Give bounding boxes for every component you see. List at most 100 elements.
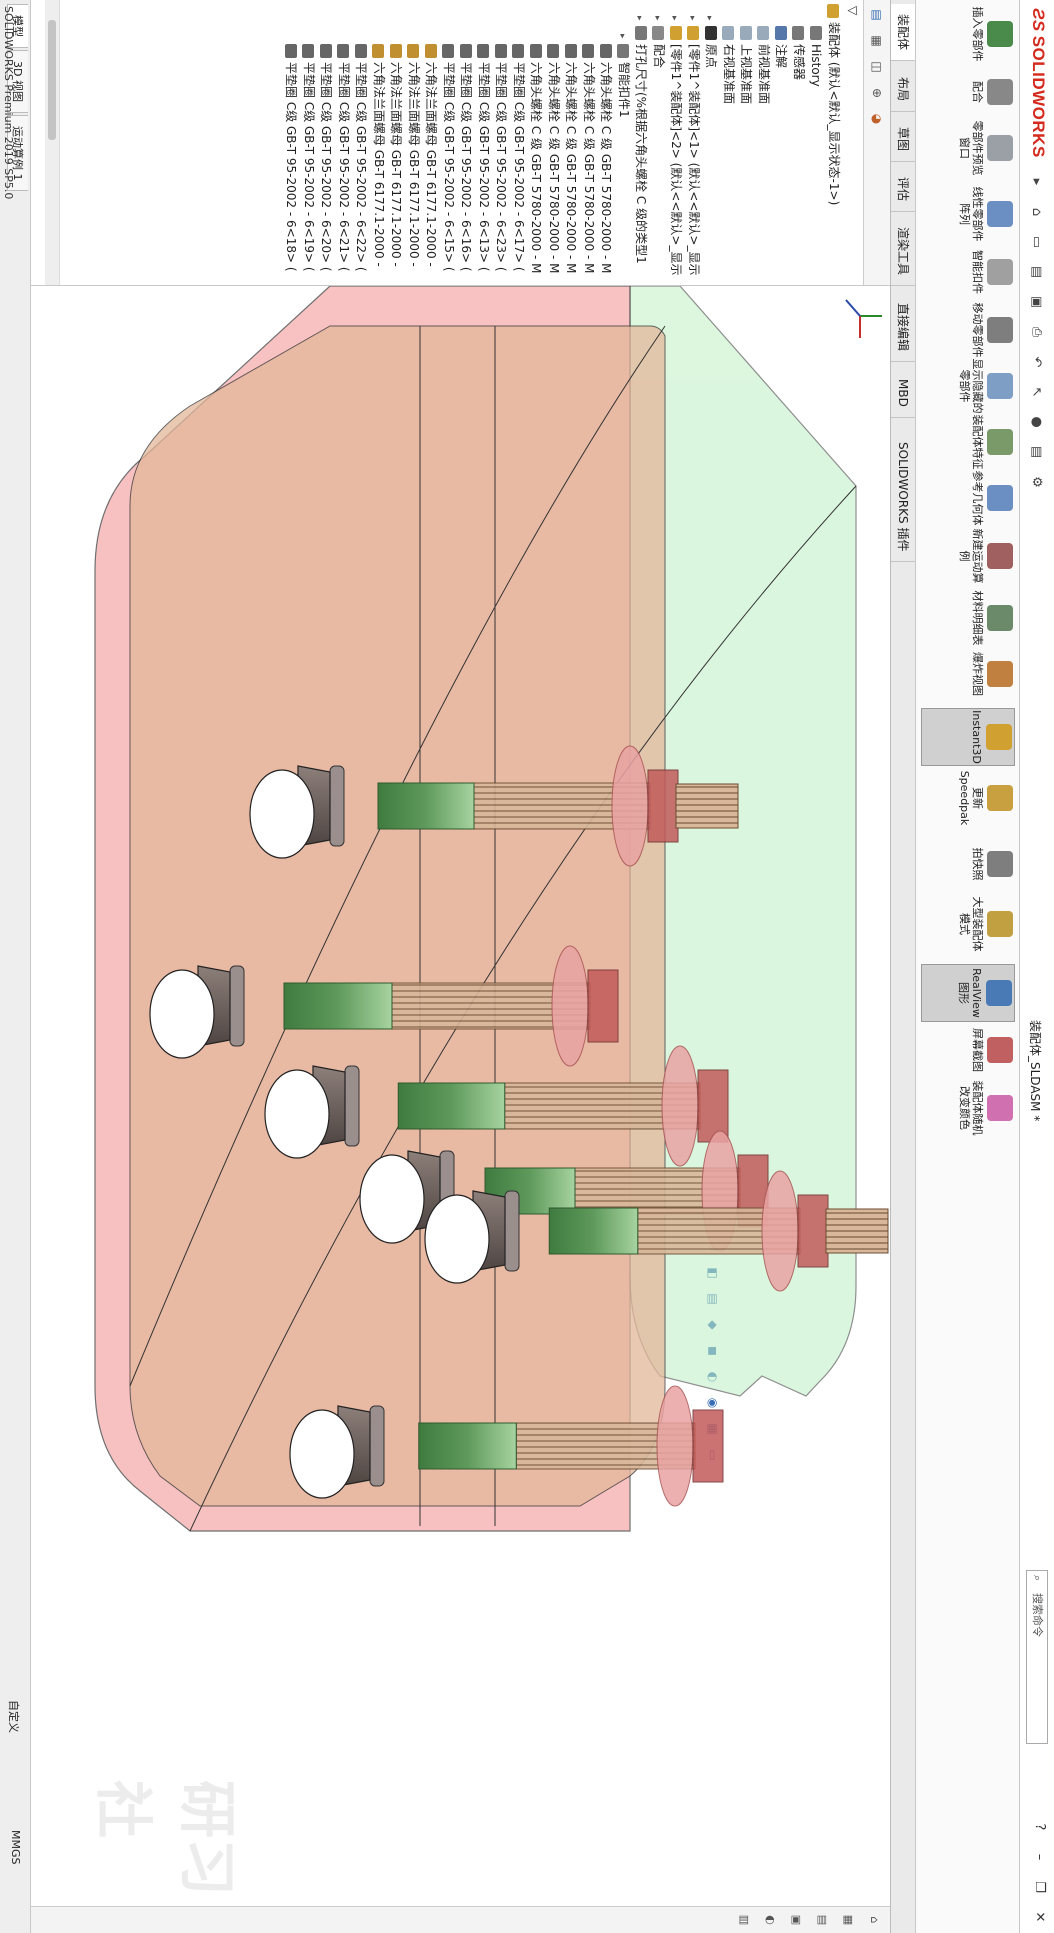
tree-node[interactable]: ▸ 打孔尺寸(%根据六角头螺栓 C 级的类型1 <box>632 0 650 285</box>
file-explorer-icon[interactable]: ▤ <box>812 1910 832 1930</box>
graphics-area[interactable]: ⤢ ⌕ ↺ ◧ ▤ ◆ ◼ ◐ ◉ ▦ ▭ <box>30 286 890 1933</box>
expand-chevron-icon[interactable]: ▸ <box>650 16 666 26</box>
expand-chevron-icon[interactable]: ▸ <box>685 16 701 26</box>
appearances-icon[interactable]: ◐ <box>760 1910 780 1930</box>
tree-node[interactable]: 平垫圈 C级 GB-T 95-2002 - 6<16> ( <box>457 0 475 285</box>
tree-node[interactable]: 平垫圈 C级 GB-T 95-2002 - 6<19> ( <box>300 0 318 285</box>
print-icon[interactable]: ⎙ <box>1025 320 1047 344</box>
property-manager-tab-icon[interactable]: ▦ <box>867 30 887 52</box>
filter-icon[interactable]: ▽ <box>846 6 860 15</box>
ribbon-button-motion-study[interactable]: 新建运动算例 <box>923 528 1015 584</box>
tree-node[interactable]: ▸ [零件1^装配体]<2> (默认<<默认>_显示 <box>667 0 685 285</box>
expand-chevron-icon[interactable]: ▸ <box>632 16 648 26</box>
units-selector[interactable]: MMGS <box>9 1830 22 1865</box>
tree-node[interactable]: 平垫圈 C级 GB-T 95-2002 - 6<22> ( <box>352 0 370 285</box>
view-palette-icon[interactable]: ▣ <box>786 1910 806 1930</box>
tab-1[interactable]: 布局 <box>891 67 915 113</box>
close-icon[interactable]: ✕ <box>1029 1907 1049 1927</box>
tree-node[interactable]: 六角头螺栓 C 级 GB-T 5780-2000 - M <box>597 0 615 285</box>
tree-node[interactable]: ▸ 智能扣件1 <box>615 0 633 285</box>
tree-node[interactable]: 六角法兰面螺母 GB-T 6177.1-2000 - <box>370 0 388 285</box>
tree-node[interactable]: 平垫圈 C级 GB-T 95-2002 - 6<13> ( <box>475 0 493 285</box>
help-icon[interactable]: ? <box>1029 1817 1049 1837</box>
tab-7[interactable]: SOLIDWORKS 插件 <box>891 432 915 563</box>
expand-chevron-icon[interactable]: ▸ <box>615 34 631 44</box>
home-icon[interactable]: ⌂ <box>1025 200 1047 224</box>
file-properties-icon[interactable]: ▤ <box>1025 440 1047 464</box>
design-library-icon[interactable]: ▦ <box>838 1910 858 1930</box>
tree-node[interactable]: 平垫圈 C级 GB-T 95-2002 - 6<21> ( <box>335 0 353 285</box>
select-icon[interactable]: ↖ <box>1025 380 1047 404</box>
tree-node[interactable]: ▸ 原点 <box>702 0 720 285</box>
ribbon-button-move-component[interactable]: 移动零部件 <box>923 302 1015 358</box>
ribbon-button-exploded-view[interactable]: 爆炸视图 <box>923 646 1015 702</box>
tree-node[interactable]: 平垫圈 C级 GB-T 95-2002 - 6<23> ( <box>492 0 510 285</box>
unit-system-label[interactable]: 自定义 <box>6 1700 22 1733</box>
restore-icon[interactable]: ❐ <box>1029 1877 1049 1897</box>
ribbon-button-insert-component[interactable]: 插入零部件 <box>923 6 1015 62</box>
reference-triad[interactable] <box>830 286 890 346</box>
ribbon-button-snapshot[interactable]: 拍快照 <box>923 836 1015 892</box>
expand-chevron-icon[interactable]: ▸ <box>667 16 683 26</box>
solidworks-logo[interactable]: ƧS SOLIDWORKS <box>1028 8 1048 158</box>
undo-icon[interactable]: ↶ <box>1025 350 1047 374</box>
tree-root[interactable]: 装配体 (默认<默认_显示状态-1>) <box>825 0 843 285</box>
tree-node[interactable]: 右视基准面 <box>720 0 738 285</box>
custom-properties-icon[interactable]: ▥ <box>734 1910 754 1930</box>
ribbon-button-large-assembly[interactable]: 大型装配体模式 <box>923 896 1015 952</box>
minimize-icon[interactable]: – <box>1029 1847 1049 1867</box>
ribbon-button-assembly-feature[interactable]: 装配体特征 <box>923 414 1015 470</box>
ribbon-button-reference-geometry[interactable]: 参考几何体 <box>923 470 1015 526</box>
tab-5[interactable]: 直接编辑 <box>891 293 915 363</box>
tree-node[interactable]: 上视基准面 <box>737 0 755 285</box>
tree-node[interactable]: 六角法兰面螺母 GB-T 6177.1-2000 - <box>422 0 440 285</box>
ribbon-button-screen-capture[interactable]: 屏幕截图 <box>923 1022 1015 1078</box>
assembly-model[interactable] <box>30 286 890 1933</box>
tree-node[interactable]: 六角头螺栓 C 级 GB-T 5780-2000 - M <box>562 0 580 285</box>
ribbon-button-linear-pattern[interactable]: 线性零部件阵列 <box>923 186 1015 242</box>
tab-2[interactable]: 草图 <box>891 117 915 163</box>
traffic-light-icon[interactable]: ● <box>1025 410 1047 434</box>
tree-node[interactable]: 注解 <box>772 0 790 285</box>
display-manager-tab-icon[interactable]: ◕ <box>867 108 887 130</box>
ribbon-button-speedpak[interactable]: 更新Speedpak <box>923 770 1015 826</box>
tree-node[interactable]: 六角法兰面螺母 GB-T 6177.1-2000 - <box>405 0 423 285</box>
tab-4[interactable]: 渲染工具 <box>891 217 915 287</box>
tree-node[interactable]: History <box>807 0 825 285</box>
tree-node[interactable]: ▸ [零件1^装配体]<1> (默认<<默认>_显示 <box>685 0 703 285</box>
scroll-thumb[interactable] <box>48 20 56 140</box>
open-icon[interactable]: ▤ <box>1025 260 1047 284</box>
feature-tree-tab-icon[interactable]: ▤ <box>867 4 887 26</box>
configuration-tab-icon[interactable]: ◫ <box>867 56 887 78</box>
tree-node[interactable]: 六角头螺栓 C 级 GB-T 5780-2000 - M <box>527 0 545 285</box>
tree-node[interactable]: 平垫圈 C级 GB-T 95-2002 - 6<18> ( <box>282 0 300 285</box>
tree-node[interactable]: 六角法兰面螺母 GB-T 6177.1-2000 - <box>387 0 405 285</box>
tree-node[interactable]: 六角头螺栓 C 级 GB-T 5780-2000 - M <box>545 0 563 285</box>
tree-horizontal-scrollbar[interactable] <box>45 0 60 285</box>
ribbon-button-show-hidden[interactable]: 显示隐藏的零部件 <box>923 358 1015 414</box>
dimxpert-tab-icon[interactable]: ⊕ <box>867 82 887 104</box>
ribbon-button-realview[interactable]: RealView图形 <box>921 964 1015 1022</box>
tab-6[interactable]: MBD <box>891 369 915 418</box>
tree-node[interactable]: 平垫圈 C级 GB-T 95-2002 - 6<17> ( <box>510 0 528 285</box>
tree-node[interactable]: 六角头螺栓 C 级 GB-T 5780-2000 - M <box>580 0 598 285</box>
tab-0[interactable]: 装配体 <box>891 4 915 62</box>
ribbon-button-component-preview[interactable]: 零部件预览窗口 <box>923 120 1015 176</box>
new-document-icon[interactable]: ▭ <box>1025 230 1047 254</box>
search-commands[interactable]: ⌕ 搜索命令 <box>1026 1570 1048 1744</box>
expand-chevron-icon[interactable]: ▸ <box>702 16 718 26</box>
save-icon[interactable]: ▣ <box>1025 290 1047 314</box>
ribbon-button-random-color[interactable]: 装配体随机改变颜色 <box>923 1080 1015 1136</box>
options-gear-icon[interactable]: ⚙ <box>1025 470 1047 494</box>
tree-node[interactable]: ▸ 配合 <box>650 0 668 285</box>
ribbon-button-smart-fastener[interactable]: 智能扣件 <box>923 244 1015 300</box>
tree-node[interactable]: 平垫圈 C级 GB-T 95-2002 - 6<20> ( <box>317 0 335 285</box>
ribbon-button-mate[interactable]: 配合 <box>923 64 1015 120</box>
tree-node[interactable]: 平垫圈 C级 GB-T 95-2002 - 6<15> ( <box>440 0 458 285</box>
resources-icon[interactable]: ⌂ <box>864 1910 884 1930</box>
ribbon-button-bom[interactable]: 材料明细表 <box>923 590 1015 646</box>
ribbon-button-instant3d[interactable]: Instant3D <box>921 708 1015 766</box>
tree-node[interactable]: 传感器 <box>790 0 808 285</box>
tree-node[interactable]: 前视基准面 <box>755 0 773 285</box>
tab-3[interactable]: 评估 <box>891 167 915 213</box>
